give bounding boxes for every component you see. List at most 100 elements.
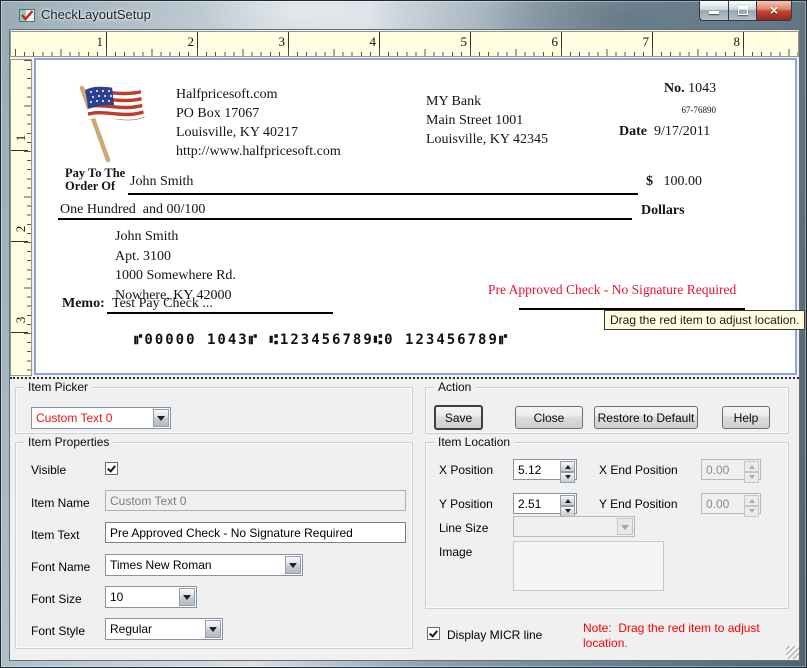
minimize-icon [709,11,719,14]
line-size-dropdown-button [617,518,633,535]
amount-in-words[interactable]: One Hundred and 00/100 [60,202,205,218]
memo-text[interactable]: Test Pay Check ... [112,296,213,312]
titlebar[interactable]: CheckLayoutSetup × [1,1,806,29]
window: CheckLayoutSetup × 1 2 3 4 5 6 7 8 [0,0,807,668]
font-style-value: Regular [110,622,203,636]
ruler-tick [11,241,28,242]
horizontal-ruler: 1 2 3 4 5 6 7 8 [10,31,799,57]
ruler-label: 2 [13,222,29,236]
check-number-label: No. [664,81,685,96]
bank-address-block[interactable]: MY Bank Main Street 1001 Louisville, KY … [426,92,548,149]
help-button[interactable]: Help [722,406,770,429]
font-style-dropdown-button[interactable] [205,620,221,638]
spin-up-button[interactable] [560,495,575,506]
close-action-button[interactable]: Close [515,406,583,429]
window-title: CheckLayoutSetup [41,7,151,22]
note-text: Note: Drag the red item to adjust locati… [583,621,797,651]
arrow-down-icon [749,509,755,516]
restore-default-button[interactable]: Restore to Default [594,406,698,429]
action-title: Action [434,380,475,394]
y-position-spinner[interactable]: 2.51 [513,493,577,514]
resize-grip[interactable] [786,646,799,659]
item-text-input[interactable] [105,522,406,543]
company-line: http://www.halfpricesoft.com [176,142,341,161]
company-name: Halfpricesoft.com [176,85,341,104]
visible-label: Visible [31,463,66,477]
ruler-tick [288,32,289,49]
font-style-label: Font Style [31,624,85,638]
chevron-down-icon [621,525,629,534]
micr-line: ⑈00000 1043⑈ ⑆123456789⑆0 123456789⑈ [134,332,509,348]
spin-up-button [744,461,759,472]
ruler-label: 6 [526,34,558,50]
arrow-down-icon [565,475,571,482]
payee-address-block[interactable]: John Smith Apt. 3100 1000 Somewhere Rd. … [115,227,236,305]
bank-fraction[interactable]: 67-76890 [616,105,716,115]
y-end-position-spinner: 0.00 [701,493,761,514]
display-micr-label: Display MICR line [447,628,542,642]
maximize-button[interactable] [728,1,757,21]
ruler-tick [11,332,28,333]
panel-separator [10,377,799,379]
arrow-down-icon [749,475,755,482]
memo-label: Memo: [62,296,105,312]
payee-line [128,193,638,195]
font-size-dropdown-button[interactable] [179,588,195,606]
save-button[interactable]: Save [434,405,483,430]
check-number-row[interactable]: No. 1043 [664,81,716,97]
ruler-label: 3 [13,313,29,327]
item-picker-selected: Custom Text 0 [36,411,151,425]
y-position-value: 2.51 [518,497,541,511]
amount-words-line [58,218,632,220]
custom-text-item[interactable]: Pre Approved Check - No Signature Requir… [488,282,736,298]
ruler-label: 7 [617,34,649,50]
ruler-label: 5 [435,34,467,50]
payee-name[interactable]: John Smith [130,174,193,190]
chevron-down-icon [183,595,191,604]
y-end-position-value: 0.00 [706,497,729,511]
line-size-label: Line Size [439,521,488,535]
spin-up-button[interactable] [560,461,575,472]
x-position-spinner[interactable]: 5.12 [513,459,577,480]
ruler-tick [470,32,471,49]
y-position-label: Y Position [439,497,493,511]
spin-down-button[interactable] [560,472,575,483]
arrow-up-icon [565,496,571,503]
font-name-combobox[interactable]: Times New Roman [105,554,303,576]
ruler-tick [379,32,380,49]
visible-checkbox[interactable] [105,462,118,475]
date-value: 9/17/2011 [654,124,710,139]
font-name-dropdown-button[interactable] [285,556,301,574]
maximize-icon [738,6,748,15]
spin-up-button [744,495,759,506]
arrow-up-icon [565,462,571,469]
item-name-label: Item Name [31,496,90,510]
app-icon [19,7,35,23]
font-name-value: Times New Roman [110,558,283,572]
display-micr-checkbox[interactable] [427,627,440,640]
item-picker-dropdown-button[interactable] [153,409,169,427]
spinner-buttons[interactable] [560,495,575,512]
chevron-down-icon [289,563,297,572]
pay-to-label[interactable]: Pay To The Order Of [65,167,125,193]
item-location-title: Item Location [434,435,514,449]
ruler-tick [197,32,198,49]
date-row[interactable]: Date 9/17/2011 [619,124,710,140]
x-position-value: 5.12 [518,463,541,477]
company-address-block[interactable]: Halfpricesoft.com PO Box 17067 Louisvill… [176,85,341,161]
x-position-label: X Position [439,463,493,477]
spinner-buttons[interactable] [560,461,575,478]
arrow-down-icon [565,509,571,516]
item-picker-title: Item Picker [24,380,92,394]
close-button[interactable]: × [757,1,792,21]
item-picker-combobox[interactable]: Custom Text 0 [31,407,171,429]
amount-row[interactable]: $ 100.00 [646,174,702,190]
font-style-combobox[interactable]: Regular [105,618,223,640]
spinner-buttons [744,495,759,512]
checkmark-icon [107,463,116,472]
minimize-button[interactable] [699,1,728,21]
chevron-down-icon [157,416,165,425]
ruler-tick [561,32,562,49]
date-label: Date [619,124,647,139]
font-size-combobox[interactable]: 10 [105,586,197,608]
